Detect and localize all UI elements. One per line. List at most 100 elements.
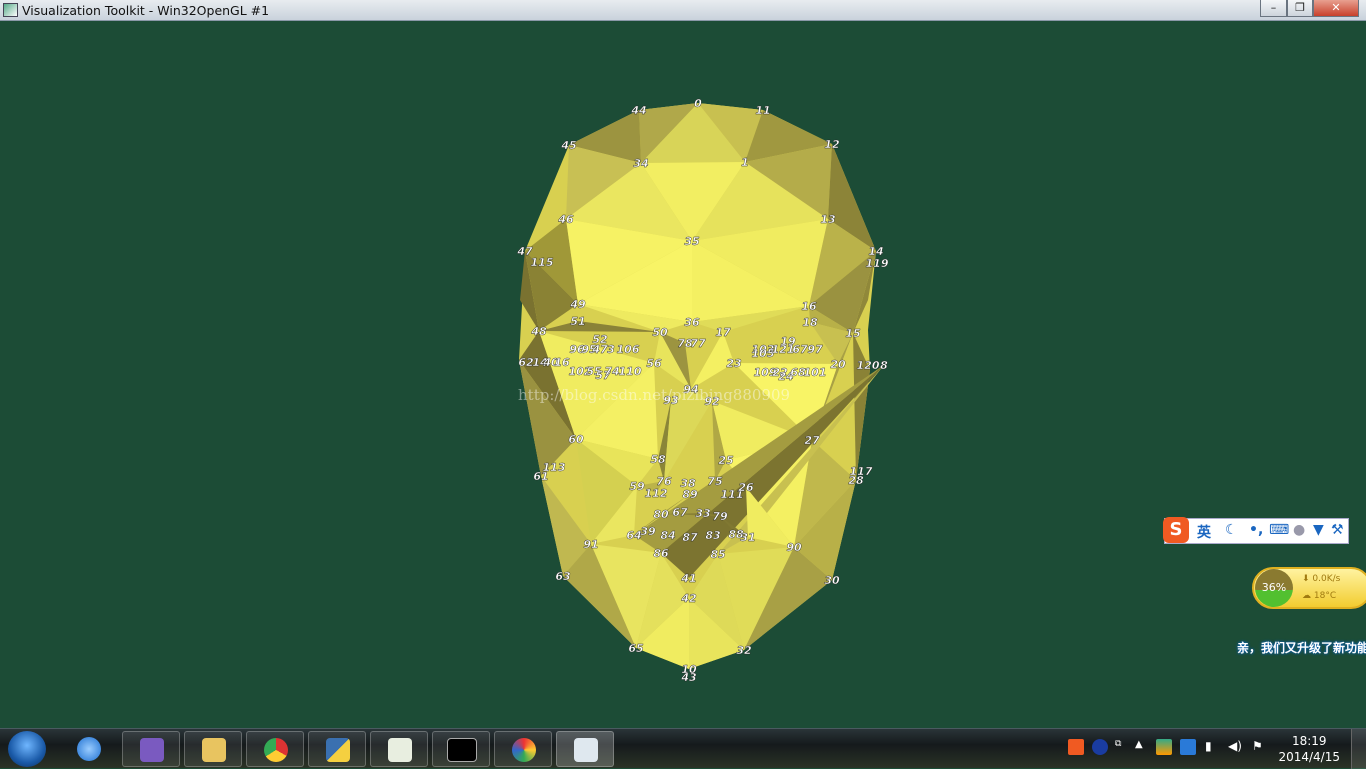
net-speed-value: 0.0K/s [1312,574,1341,584]
moon-icon[interactable]: ☾ [1225,522,1238,538]
vertex-label: 110 [619,365,642,378]
punctuation-icon[interactable]: •, [1249,522,1263,538]
vertex-label: 35 [684,235,700,248]
vertex-label: 17 [715,326,731,339]
vertex-label: 56 [646,357,662,370]
maximize-button[interactable]: ❐ [1287,0,1313,17]
vertex-label: 92 [704,395,720,408]
vertex-label: 94 [683,383,698,396]
vertex-label: 30 [824,574,840,587]
memory-gauge[interactable]: 36% [1255,569,1293,607]
skin-icon[interactable]: ▼ [1313,522,1324,538]
vertex-label: 32 [736,644,752,657]
vertex-label: 77 [690,337,706,350]
vertex-label: 27 [804,434,820,447]
taskbar-vtk-window[interactable] [556,731,614,767]
vertex-label: 93 [663,394,679,407]
taskbar-paint[interactable] [494,731,552,767]
tray-app-icon[interactable] [1180,739,1196,755]
vertex-label: 63 [555,570,571,583]
clock[interactable]: 18:19 2014/4/15 [1278,733,1340,765]
app-icon [3,3,18,17]
vertex-label: 119 [866,257,889,270]
security-shield-icon[interactable] [1156,739,1172,755]
taskbar-cmd[interactable] [432,731,490,767]
vertex-label: 90 [786,541,802,554]
title-bar[interactable]: Visualization Toolkit - Win32OpenGL #1 –… [0,0,1366,21]
taskbar-file-explorer[interactable] [184,731,242,767]
vertex-label: 34 [633,157,648,170]
clock-time: 18:19 [1291,734,1327,748]
vertex-label: 3 [607,343,615,356]
vertex-label: 31 [740,531,755,544]
vertex-label: 13 [820,213,836,226]
vertex-label: 8 [880,359,888,372]
network-adapter-icon[interactable]: ⧉ [1115,739,1131,755]
vertex-label: 11 [755,104,770,117]
vertex-label: 75 [707,475,723,488]
taskbar-python[interactable] [308,731,366,767]
settings-wrench-icon[interactable]: ⚒ [1331,522,1344,538]
vertex-label: 41 [680,572,696,585]
ime-toolbar[interactable]: S 英 ☾ •, ⌨ ● ▼ ⚒ [1163,517,1349,544]
vertex-label: 26 [738,481,754,494]
vertex-label: 67 [792,343,808,356]
taskbar-visual-studio[interactable] [122,731,180,767]
vertex-label: 46 [557,213,574,226]
minimize-button[interactable]: – [1260,0,1287,17]
vertex-label: 49 [569,298,586,311]
help-icon[interactable] [1092,739,1108,755]
vertex-label: 16 [801,300,817,313]
vertex-label: 44 [630,104,646,117]
vertex-label: 84 [660,529,675,542]
vertex-label: 91 [583,538,598,551]
vertex-label: 58 [650,453,666,466]
promo-text[interactable]: 亲，我们又升级了新功能 [1237,639,1366,656]
vertex-label: 47 [591,343,608,356]
volume-icon[interactable]: ◀) [1228,739,1244,755]
vertex-label: 28 [848,474,864,487]
keyboard-icon[interactable]: ⌨ [1269,522,1289,538]
vertex-label: 59 [629,480,645,493]
vertex-label: 67 [672,506,688,519]
vertex-label: 61 [533,470,548,483]
speed-widget[interactable]: 36% ⬇ 0.0K/s ☁ 18°C [1252,567,1366,609]
vertex-label: 43 [680,671,697,684]
vertex-label: 87 [682,531,698,544]
temperature-value: 18°C [1313,591,1337,601]
vertex-label: 97 [807,343,823,356]
vertex-label: 121 [772,343,795,356]
vertex-label: 80 [653,508,669,521]
close-button[interactable]: ✕ [1313,0,1359,17]
taskbar-notepad[interactable] [370,731,428,767]
vertex-label: 18 [802,316,818,329]
action-center-flag-icon[interactable]: ⚑ [1252,739,1268,755]
sogou-logo[interactable]: S [1163,517,1189,543]
vertex-label: 51 [570,315,585,328]
vertex-label: 20 [830,358,846,371]
power-icon[interactable]: ▮ [1205,739,1221,755]
vertex-label: 101 [804,366,827,379]
ime-mode-toggle[interactable]: 英 [1197,522,1211,542]
user-icon[interactable]: ● [1293,522,1305,538]
taskbar: ⧉ ▲ ▮ ◀) ⚑ 18:19 2014/4/15 [0,728,1366,769]
vertex-label: 1 [741,156,749,169]
vertex-label: 106 [617,343,640,356]
vertex-label: 23 [726,357,742,370]
render-canvas[interactable]: 01144124534 146 1335471151411949 1651 185036… [0,22,1366,728]
vertex-label: 60 [568,433,584,446]
show-hidden-icons[interactable]: ▲ [1135,739,1151,755]
start-button[interactable] [8,731,46,767]
vertex-label: 112 [645,487,668,500]
vertex-label: 85 [710,548,726,561]
window-title: Visualization Toolkit - Win32OpenGL #1 [22,3,270,18]
sogou-tray-icon[interactable] [1068,739,1084,755]
net-speed: ⬇ 0.0K/s [1302,574,1341,584]
vertex-label: 25 [718,454,734,467]
vertex-label: 45 [560,139,577,152]
show-desktop-button[interactable] [1351,729,1366,769]
vertex-label: 83 [705,529,721,542]
taskbar-chrome[interactable] [246,731,304,767]
taskbar-ie[interactable] [60,731,118,767]
vertex-label: 50 [652,326,668,339]
